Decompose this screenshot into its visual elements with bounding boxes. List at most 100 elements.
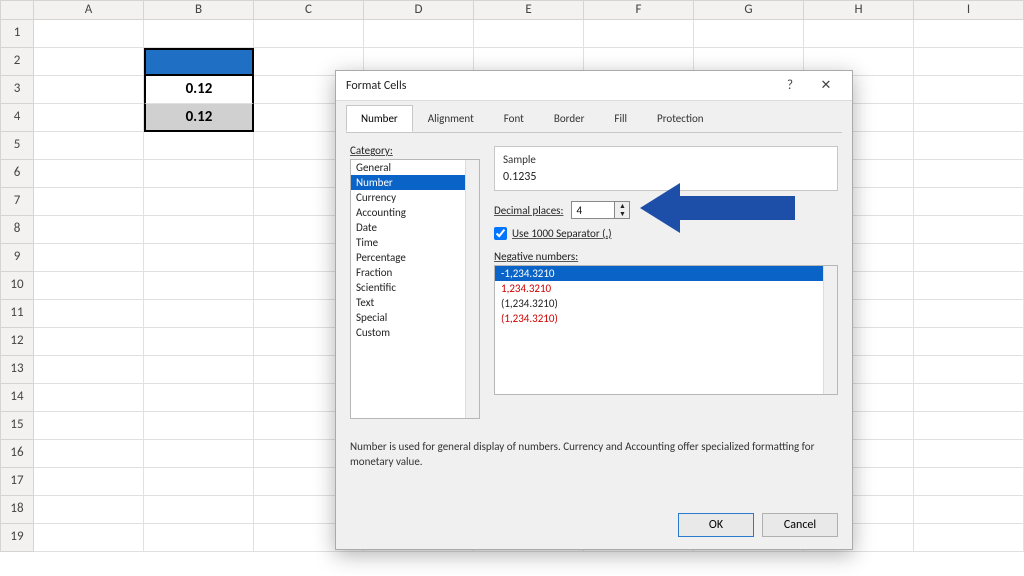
cell[interactable] [34,132,144,160]
cell[interactable] [144,356,254,384]
row-header[interactable]: 15 [0,412,34,440]
tab-fill[interactable]: Fill [599,105,642,132]
cell[interactable] [144,300,254,328]
cell[interactable] [694,20,804,48]
tab-protection[interactable]: Protection [642,105,719,132]
cell[interactable] [914,356,1024,384]
cell[interactable] [34,328,144,356]
cell[interactable] [914,384,1024,412]
row-header[interactable]: 9 [0,244,34,272]
row-header[interactable]: 16 [0,440,34,468]
cell[interactable] [914,104,1024,132]
cell[interactable] [914,272,1024,300]
thousand-separator-checkbox[interactable] [494,227,507,240]
decimal-places-spinner[interactable]: ▲ ▼ [571,201,630,219]
cell[interactable] [34,188,144,216]
col-header[interactable]: G [694,0,804,20]
cancel-button[interactable]: Cancel [762,513,838,537]
col-header[interactable]: C [254,0,364,20]
cell[interactable]: 0.12 [144,76,254,104]
row-header[interactable]: 7 [0,188,34,216]
row-header[interactable]: 19 [0,524,34,552]
cell[interactable] [584,20,694,48]
cell[interactable] [364,20,474,48]
close-button[interactable]: ✕ [808,78,844,93]
col-header[interactable]: H [804,0,914,20]
row-header[interactable]: 13 [0,356,34,384]
decimal-places-input[interactable] [572,202,614,218]
dialog-titlebar[interactable]: Format Cells ? ✕ [336,71,852,101]
category-item[interactable]: Special [351,310,479,325]
cell[interactable] [34,356,144,384]
cell[interactable] [914,244,1024,272]
negative-format-item[interactable]: (1,234.3210) [495,296,837,311]
cell[interactable] [144,272,254,300]
category-item[interactable]: General [351,160,479,175]
col-header[interactable]: I [914,0,1024,20]
cell[interactable] [34,496,144,524]
cell[interactable] [34,440,144,468]
row-header[interactable]: 12 [0,328,34,356]
cell[interactable] [144,132,254,160]
cell[interactable] [144,328,254,356]
cell[interactable] [144,524,254,552]
cell[interactable] [144,412,254,440]
cell[interactable] [914,412,1024,440]
ok-button[interactable]: OK [678,513,754,537]
cell[interactable] [34,216,144,244]
cell[interactable] [34,384,144,412]
category-listbox[interactable]: GeneralNumberCurrencyAccountingDateTimeP… [350,159,480,419]
cell[interactable] [34,468,144,496]
col-header[interactable]: B [144,0,254,20]
category-item[interactable]: Currency [351,190,479,205]
cell[interactable] [144,440,254,468]
cell[interactable]: 0.12 [144,104,254,132]
row-header[interactable]: 10 [0,272,34,300]
category-item[interactable]: Time [351,235,479,250]
cell[interactable] [914,20,1024,48]
col-header[interactable]: F [584,0,694,20]
tab-alignment[interactable]: Alignment [413,105,489,132]
row-header[interactable]: 1 [0,20,34,48]
spinner-down-icon[interactable]: ▼ [615,210,629,218]
col-header[interactable]: E [474,0,584,20]
tab-font[interactable]: Font [489,105,539,132]
cell[interactable] [34,76,144,104]
cell[interactable] [914,216,1024,244]
row-header[interactable]: 4 [0,104,34,132]
cell[interactable] [144,384,254,412]
scrollbar[interactable] [823,266,837,394]
row-header[interactable]: 6 [0,160,34,188]
tab-border[interactable]: Border [539,105,600,132]
cell[interactable] [144,160,254,188]
scrollbar[interactable] [465,160,479,418]
tab-number[interactable]: Number [346,105,413,132]
cell[interactable] [914,440,1024,468]
cell[interactable] [34,524,144,552]
category-item[interactable]: Accounting [351,205,479,220]
cell[interactable] [914,496,1024,524]
cell[interactable] [34,20,144,48]
cell[interactable] [474,20,584,48]
row-header[interactable]: 14 [0,384,34,412]
cell[interactable] [144,20,254,48]
cell[interactable] [34,48,144,76]
cell[interactable] [34,104,144,132]
cell[interactable] [914,188,1024,216]
cell[interactable] [914,76,1024,104]
category-item[interactable]: Number [351,175,479,190]
negative-numbers-listbox[interactable]: -1,234.32101,234.3210(1,234.3210)(1,234.… [494,265,838,395]
cell[interactable] [34,300,144,328]
cell[interactable] [144,468,254,496]
cell[interactable] [144,48,254,76]
cell[interactable] [914,132,1024,160]
row-header[interactable]: 5 [0,132,34,160]
cell[interactable] [34,160,144,188]
cell[interactable] [914,524,1024,552]
negative-format-item[interactable]: -1,234.3210 [495,266,837,281]
row-header[interactable]: 3 [0,76,34,104]
cell[interactable] [254,20,364,48]
select-all-corner[interactable] [0,0,34,20]
row-header[interactable]: 11 [0,300,34,328]
cell[interactable] [914,300,1024,328]
